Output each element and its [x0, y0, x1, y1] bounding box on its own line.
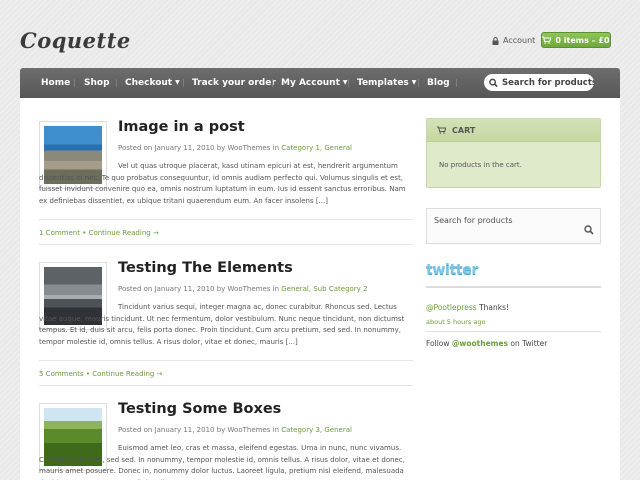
comments-link[interactable]: 5 Comments: [39, 370, 84, 378]
cart-header: CART: [427, 119, 600, 142]
sidebar-search-label: Search for products: [434, 216, 513, 225]
meta-text: Posted on January 11, 2010 by WooThemes …: [118, 144, 280, 152]
account-link[interactable]: Account: [492, 36, 535, 45]
divider: [426, 286, 601, 288]
divider: [39, 360, 413, 361]
follow-prefix: Follow: [426, 339, 452, 348]
cart-empty-text: No products in the cart.: [439, 161, 522, 169]
nav-item-shop[interactable]: Shop: [84, 68, 110, 98]
header-cart-button[interactable]: 0 items – £0: [541, 32, 611, 48]
continue-reading-link[interactable]: Continue Reading →: [89, 229, 159, 237]
nav-item-checkout[interactable]: Checkout ▼: [125, 68, 180, 98]
follow-user-link[interactable]: @woothemes: [452, 339, 508, 348]
nav-label: Shop: [84, 78, 110, 88]
nav-separator: [456, 79, 457, 87]
account-label: Account: [503, 36, 536, 45]
cart-icon: [437, 126, 446, 134]
post-excerpt: Euismod amet leo, cras et massa, eleifen…: [39, 444, 405, 480]
chevron-down-icon: ▼: [342, 79, 348, 86]
sidebar-search[interactable]: Search for products: [426, 208, 601, 244]
tweet-time-link[interactable]: about 5 hours ago: [426, 318, 485, 326]
nav-separator: [74, 79, 75, 87]
main-content: Image in a post Posted on January 11, 20…: [20, 98, 620, 480]
follow-suffix: on Twitter: [508, 339, 548, 348]
nav-search: [484, 74, 594, 91]
nav-separator: [418, 79, 419, 87]
divider: [39, 385, 413, 386]
tweet-user-link[interactable]: @Pootlepress: [426, 303, 477, 312]
nav-item-blog[interactable]: Blog: [427, 68, 450, 98]
post-footer: 5 Comments • Continue Reading →: [39, 370, 163, 378]
nav-separator: [272, 79, 273, 87]
tweet-text: Thanks!: [476, 303, 510, 312]
meta-text: Posted on January 11, 2010 by WooThemes …: [118, 426, 280, 434]
post-categories[interactable]: General, Sub Category 2: [281, 285, 367, 293]
header-cart-label: 0 items – £0: [555, 35, 610, 45]
follow-text: Follow @woothemes on Twitter: [426, 339, 547, 348]
nav-separator: [183, 79, 184, 87]
nav-label: Blog: [427, 78, 450, 88]
nav-item-my-account[interactable]: My Account ▼: [281, 68, 348, 98]
main-nav: Home Shop Checkout ▼ Track your order My …: [20, 68, 620, 98]
chevron-down-icon: ▼: [175, 79, 180, 86]
search-icon[interactable]: [489, 78, 498, 88]
nav-label: Track your order: [192, 78, 276, 88]
post-excerpt: Vel ut quas utroque placerat, kasd utina…: [39, 162, 406, 205]
nav-label: Checkout: [125, 78, 173, 88]
meta-text: Posted on January 11, 2010 by WooThemes …: [118, 285, 280, 293]
continue-reading-link[interactable]: Continue Reading →: [92, 370, 162, 378]
divider: [39, 219, 413, 220]
chevron-down-icon: ▼: [411, 79, 417, 86]
post-categories[interactable]: Category 1, General: [281, 144, 352, 152]
nav-label: Templates: [357, 78, 409, 88]
post-title[interactable]: Testing Some Boxes: [118, 401, 281, 417]
tweet: @Pootlepress Thanks!: [426, 303, 509, 312]
nav-item-templates[interactable]: Templates ▼: [357, 68, 416, 98]
search-input[interactable]: [502, 77, 594, 88]
nav-item-home[interactable]: Home: [41, 68, 70, 98]
cart-title: CART: [452, 125, 476, 135]
lock-icon: [492, 36, 499, 45]
nav-separator: [116, 79, 117, 87]
post-meta: Posted on January 11, 2010 by WooThemes …: [118, 285, 368, 293]
sidebar-cart: CART No products in the cart.: [426, 118, 601, 188]
site-logo[interactable]: Coquette: [20, 28, 131, 53]
nav-separator: [348, 79, 349, 87]
post-title[interactable]: Testing The Elements: [118, 260, 293, 276]
nav-label: Home: [41, 78, 71, 88]
search-icon[interactable]: [584, 225, 594, 235]
cart-icon: [542, 36, 552, 44]
post-title[interactable]: Image in a post: [118, 119, 245, 135]
post-categories[interactable]: Category 3, General: [281, 426, 352, 434]
divider: [39, 244, 413, 245]
twitter-logo: twitter: [426, 262, 479, 278]
post-excerpt: Tincidunt varius sequi, integer magna ac…: [39, 303, 405, 346]
comments-link[interactable]: 1 Comment: [39, 229, 80, 237]
post-footer: 1 Comment • Continue Reading →: [39, 229, 159, 237]
post-meta: Posted on January 11, 2010 by WooThemes …: [118, 426, 352, 434]
post-meta: Posted on January 11, 2010 by WooThemes …: [118, 144, 352, 152]
nav-item-track-order[interactable]: Track your order: [192, 68, 276, 98]
divider: [426, 331, 601, 332]
nav-label: My Account: [281, 78, 340, 88]
